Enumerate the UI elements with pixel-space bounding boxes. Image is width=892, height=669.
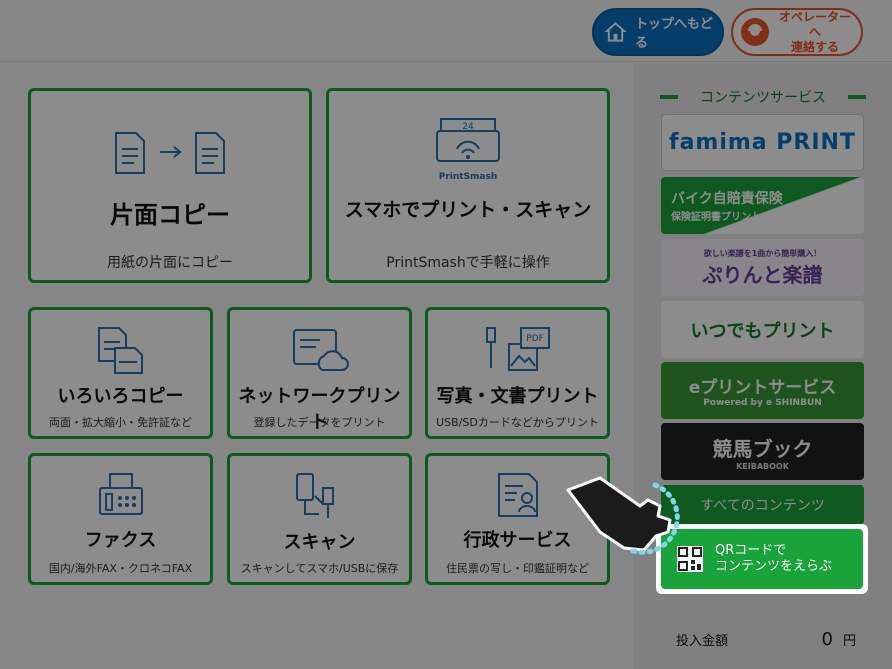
- amount-value: 0: [821, 628, 833, 650]
- banner-famima-print-label: famima PRINT: [669, 130, 856, 155]
- scan-icon: [295, 473, 334, 518]
- printsmash-icon: 24 PrintSmash: [436, 118, 500, 182]
- banner-itsudemo-label: いつでもプリント: [690, 320, 835, 342]
- banner-itsudemo-print[interactable]: いつでもプリント: [661, 301, 864, 358]
- photo-doc-icon: PDF: [485, 327, 550, 371]
- tile-single-copy[interactable]: 片面コピー 用紙の片面にコピー: [28, 88, 312, 283]
- banner-keiba-sub: KEIBABOOK: [736, 461, 789, 471]
- tile-sub: 両面・拡大縮小・免許証など: [49, 416, 192, 429]
- top-button[interactable]: トップへもどる: [592, 8, 724, 56]
- tile-title: 片面コピー: [110, 201, 230, 229]
- tile-scan[interactable]: スキャン スキャンしてスマホ/USBに保存: [227, 453, 412, 585]
- multi-copy-icon: [97, 327, 143, 374]
- home-icon: [604, 22, 627, 42]
- copy-document-icon: [115, 132, 225, 174]
- operator-button[interactable]: オペレーターへ 連絡する: [731, 8, 863, 56]
- banner-e-print-sub: Powered by e SHINBUN: [703, 398, 822, 408]
- operator-label-1: オペレーターへ: [778, 9, 851, 39]
- amount-unit: 円: [842, 633, 856, 649]
- banner-bike-label: バイク自賠責保険: [671, 191, 783, 207]
- tile-various-copy[interactable]: いろいろコピー 両面・拡大縮小・免許証など: [28, 307, 213, 439]
- tile-network-print[interactable]: ネットワークプリント 登録したデータをプリント: [227, 307, 412, 439]
- svg-text:PrintSmash: PrintSmash: [439, 172, 498, 182]
- tile-sub: スキャンしてスマホ/USBに保存: [240, 562, 399, 575]
- operator-label-2: 連絡する: [790, 39, 839, 54]
- tile-title: いろいろコピー: [57, 386, 184, 407]
- tile-sub: 登録したデータをプリント: [253, 416, 386, 429]
- banner-e-print-label: eプリントサービス: [688, 378, 837, 398]
- banner-famima-print[interactable]: famima PRINT: [661, 114, 864, 171]
- content-services-label: コンテンツサービス: [700, 90, 826, 106]
- banner-keiba-label: 競馬ブック: [712, 436, 813, 461]
- svg-text:PDF: PDF: [526, 334, 544, 344]
- top-button-label: トップへもどる: [635, 17, 713, 51]
- qr-label-2: コンテンツをえらぶ: [715, 559, 833, 574]
- amount-label: 投入金額: [676, 633, 729, 649]
- tile-photo-doc-print[interactable]: PDF 写真・文書プリント USB/SDカードなどからプリント: [425, 307, 610, 439]
- tile-sub: USB/SDカードなどからプリント: [436, 416, 599, 429]
- pointing-hand-icon: [566, 476, 680, 555]
- operator-icon: [741, 18, 769, 46]
- banner-score-sub: 欲しい楽譜を1曲から簡単購入！: [703, 248, 822, 258]
- tile-title: 写真・文書プリント: [436, 386, 599, 407]
- cloud-print-icon: [292, 329, 349, 371]
- amount-display: 投入金額 0 円: [676, 627, 856, 651]
- title-bar-left: [660, 95, 678, 99]
- banner-bike-insurance[interactable]: バイク自賠責保険 保険証明書プリント: [661, 177, 864, 234]
- content-services-title: コンテンツサービス: [660, 88, 866, 106]
- title-bar-right: [848, 95, 866, 99]
- tile-fax[interactable]: ファクス 国内/海外FAX・クロネコFAX: [28, 453, 213, 585]
- tile-sub: PrintSmashで手軽に操作: [386, 255, 550, 271]
- qr-label-1: QRコードで: [715, 542, 787, 558]
- fax-icon: [98, 473, 143, 515]
- tile-title: スキャン: [283, 532, 356, 553]
- banner-bike-sub: 保険証明書プリント: [671, 212, 761, 223]
- banner-e-print[interactable]: eプリントサービス Powered by e SHINBUN: [661, 362, 864, 419]
- banner-score-label: ぷりんと楽譜: [702, 262, 823, 287]
- banner-print-score[interactable]: 欲しい楽譜を1曲から簡単購入！ ぷりんと楽譜: [661, 239, 864, 296]
- tile-sub: 国内/海外FAX・クロネコFAX: [48, 562, 193, 575]
- id-card-icon: [497, 473, 538, 517]
- tile-title: 行政サービス: [463, 530, 572, 551]
- tile-title: ファクス: [84, 530, 157, 551]
- tile-printsmash[interactable]: 24 PrintSmash スマホでプリント・スキャン PrintSmashで手…: [326, 88, 610, 283]
- all-contents-label: すべてのコンテンツ: [700, 498, 825, 514]
- tile-title: スマホでプリント・スキャン: [344, 199, 592, 221]
- tile-sub: 用紙の片面にコピー: [107, 255, 233, 271]
